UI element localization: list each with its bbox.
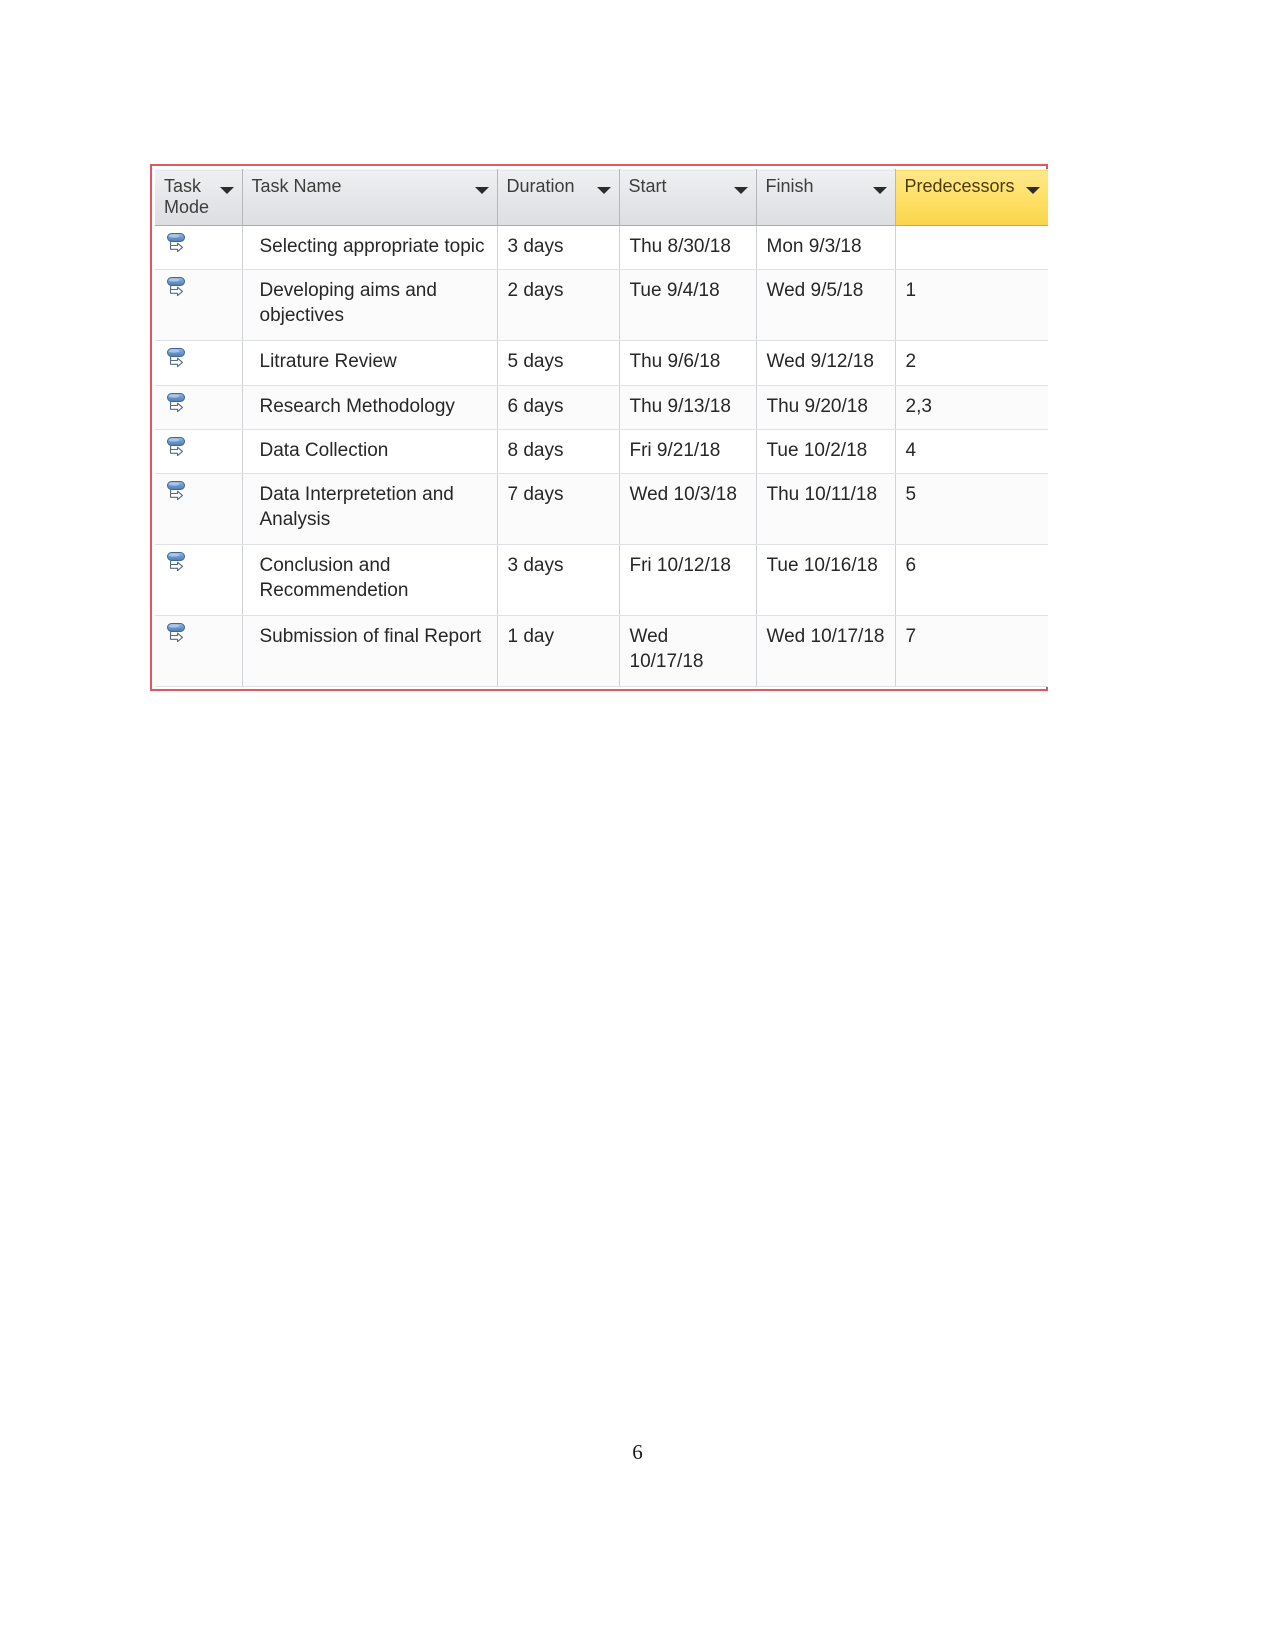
cell-duration[interactable]: 3 days <box>497 545 619 616</box>
table-row[interactable]: Developing aims and objectives2 daysTue … <box>155 270 1048 341</box>
cell-duration[interactable]: 7 days <box>497 474 619 545</box>
cell-start[interactable]: Thu 9/6/18 <box>619 341 756 385</box>
cell-task-name[interactable]: Submission of final Report <box>242 616 497 687</box>
cell-task-mode[interactable] <box>155 430 242 474</box>
cell-predecessors[interactable]: 6 <box>895 545 1048 616</box>
cell-task-mode[interactable] <box>155 226 242 270</box>
table-row[interactable]: Submission of final Report1 dayWed 10/17… <box>155 616 1048 687</box>
table-row[interactable]: Research Methodology6 daysThu 9/13/18Thu… <box>155 385 1048 429</box>
manually-scheduled-icon <box>166 392 242 419</box>
cell-duration[interactable]: 8 days <box>497 430 619 474</box>
cell-task-name[interactable]: Data Collection <box>242 430 497 474</box>
column-header-task-mode[interactable]: Task Mode <box>155 170 242 226</box>
cell-finish[interactable]: Wed 9/5/18 <box>756 270 895 341</box>
cell-predecessors[interactable]: 4 <box>895 430 1048 474</box>
cell-predecessors[interactable]: 2,3 <box>895 385 1048 429</box>
column-header-label: Predecessors <box>905 176 1041 197</box>
column-header-label: Finish <box>766 176 887 197</box>
filter-dropdown-icon[interactable] <box>475 187 489 194</box>
cell-task-name[interactable]: Developing aims and objectives <box>242 270 497 341</box>
manually-scheduled-icon <box>166 551 242 578</box>
cell-task-mode[interactable] <box>155 545 242 616</box>
table-row[interactable]: Selecting appropriate topic3 daysThu 8/3… <box>155 226 1048 270</box>
table-row[interactable]: Conclusion and Recommendetion3 daysFri 1… <box>155 545 1048 616</box>
cell-duration[interactable]: 1 day <box>497 616 619 687</box>
cell-start[interactable]: Tue 9/4/18 <box>619 270 756 341</box>
cell-finish[interactable]: Tue 10/16/18 <box>756 545 895 616</box>
column-header-duration[interactable]: Duration <box>497 170 619 226</box>
table-body: Selecting appropriate topic3 daysThu 8/3… <box>155 226 1048 687</box>
cell-task-name[interactable]: Conclusion and Recommendetion <box>242 545 497 616</box>
cell-predecessors[interactable]: 2 <box>895 341 1048 385</box>
manually-scheduled-icon <box>166 436 242 463</box>
cell-duration[interactable]: 2 days <box>497 270 619 341</box>
page-number: 6 <box>0 1440 1275 1465</box>
filter-dropdown-icon[interactable] <box>734 187 748 194</box>
cell-duration[interactable]: 6 days <box>497 385 619 429</box>
table-row[interactable]: Data Collection8 daysFri 9/21/18Tue 10/2… <box>155 430 1048 474</box>
cell-task-mode[interactable] <box>155 270 242 341</box>
cell-predecessors[interactable] <box>895 226 1048 270</box>
column-header-predecessors[interactable]: Predecessors <box>895 170 1048 226</box>
manually-scheduled-icon <box>166 622 242 649</box>
filter-dropdown-icon[interactable] <box>1026 187 1040 194</box>
cell-start[interactable]: Fri 9/21/18 <box>619 430 756 474</box>
cell-task-mode[interactable] <box>155 385 242 429</box>
cell-task-mode[interactable] <box>155 616 242 687</box>
cell-task-mode[interactable] <box>155 474 242 545</box>
column-header-start[interactable]: Start <box>619 170 756 226</box>
cell-start[interactable]: Fri 10/12/18 <box>619 545 756 616</box>
table-row[interactable]: Data Interpretetion and Analysis7 daysWe… <box>155 474 1048 545</box>
cell-start[interactable]: Wed 10/3/18 <box>619 474 756 545</box>
cell-task-name[interactable]: Selecting appropriate topic <box>242 226 497 270</box>
table-row[interactable]: Litrature Review5 daysThu 9/6/18Wed 9/12… <box>155 341 1048 385</box>
cell-start[interactable]: Thu 8/30/18 <box>619 226 756 270</box>
cell-finish[interactable]: Thu 10/11/18 <box>756 474 895 545</box>
project-task-table: Task Mode Task Name Duration Start <box>155 169 1048 687</box>
manually-scheduled-icon <box>166 480 242 507</box>
cell-predecessors[interactable]: 5 <box>895 474 1048 545</box>
document-page: Task Mode Task Name Duration Start <box>0 0 1275 1651</box>
cell-task-name[interactable]: Research Methodology <box>242 385 497 429</box>
cell-predecessors[interactable]: 1 <box>895 270 1048 341</box>
cell-duration[interactable]: 5 days <box>497 341 619 385</box>
cell-task-mode[interactable] <box>155 341 242 385</box>
cell-finish[interactable]: Tue 10/2/18 <box>756 430 895 474</box>
filter-dropdown-icon[interactable] <box>873 187 887 194</box>
cell-finish[interactable]: Thu 9/20/18 <box>756 385 895 429</box>
column-header-label: Task Mode <box>164 176 234 218</box>
filter-dropdown-icon[interactable] <box>597 187 611 194</box>
column-header-label: Duration <box>507 176 611 197</box>
manually-scheduled-icon <box>166 232 242 259</box>
cell-duration[interactable]: 3 days <box>497 226 619 270</box>
manually-scheduled-icon <box>166 347 242 374</box>
column-header-task-name[interactable]: Task Name <box>242 170 497 226</box>
cell-task-name[interactable]: Litrature Review <box>242 341 497 385</box>
column-header-finish[interactable]: Finish <box>756 170 895 226</box>
cell-finish[interactable]: Wed 10/17/18 <box>756 616 895 687</box>
cell-finish[interactable]: Mon 9/3/18 <box>756 226 895 270</box>
project-task-table-frame: Task Mode Task Name Duration Start <box>150 164 1048 691</box>
cell-start[interactable]: Thu 9/13/18 <box>619 385 756 429</box>
table-header-row: Task Mode Task Name Duration Start <box>155 170 1048 226</box>
cell-finish[interactable]: Wed 9/12/18 <box>756 341 895 385</box>
filter-dropdown-icon[interactable] <box>220 187 234 194</box>
cell-task-name[interactable]: Data Interpretetion and Analysis <box>242 474 497 545</box>
cell-predecessors[interactable]: 7 <box>895 616 1048 687</box>
column-header-label: Task Name <box>252 176 489 197</box>
manually-scheduled-icon <box>166 276 242 303</box>
column-header-label: Start <box>629 176 748 197</box>
cell-start[interactable]: Wed 10/17/18 <box>619 616 756 687</box>
